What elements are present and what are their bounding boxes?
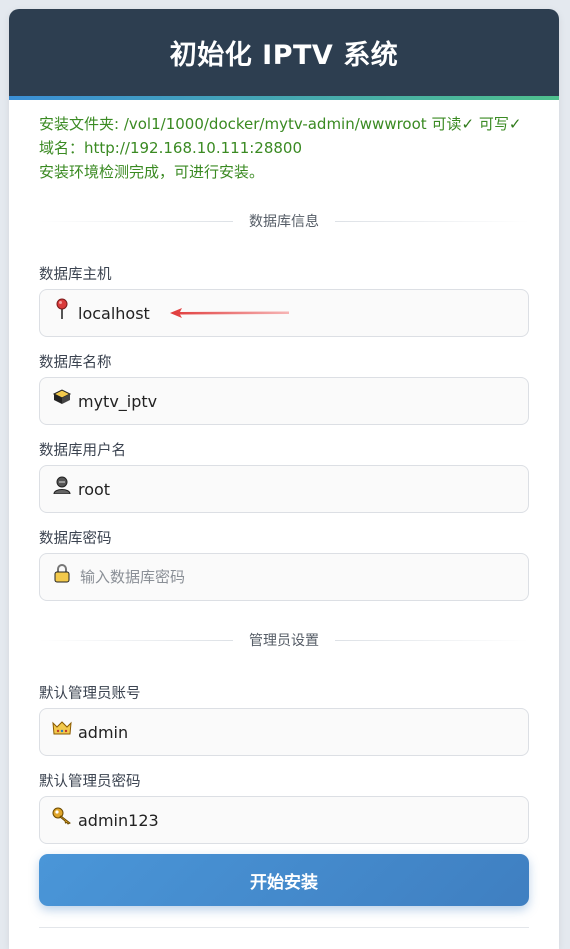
db-user-label: 数据库用户名 (39, 443, 126, 459)
admin-password-value: admin123 (78, 810, 159, 830)
install-folder-line: 安装文件夹: /vol1/1000/docker/mytv-admin/wwwr… (39, 112, 559, 136)
install-card: 初始化 IPTV 系统 安装文件夹: /vol1/1000/docker/myt… (9, 9, 559, 949)
admin-account-label: 默认管理员账号 (39, 686, 141, 702)
readable-status: 可读 (431, 115, 462, 133)
db-section-title: 数据库信息 (249, 214, 319, 230)
writable-status: 可写 (478, 115, 509, 133)
admin-section-title: 管理员设置 (249, 633, 319, 649)
page-title: 初始化 IPTV 系统 (169, 40, 399, 71)
environment-status: 安装环境检测完成，可进行安装。 (39, 163, 265, 181)
footer-divider (39, 927, 529, 928)
admin-account-value: admin (78, 722, 129, 742)
db-host-label: 数据库主机 (39, 267, 112, 283)
key-icon (52, 806, 72, 826)
writable-check-icon: ✓ (508, 115, 522, 133)
db-password-input[interactable] (78, 567, 482, 587)
admin-password-label: 默认管理员密码 (39, 774, 141, 790)
db-name-label: 数据库名称 (39, 355, 112, 371)
admin-account-field[interactable]: admin (39, 708, 529, 756)
db-section-divider: 数据库信息 (39, 211, 529, 231)
database-icon (52, 387, 72, 407)
db-user-value: root (78, 479, 111, 499)
domain-label: 域名： (39, 139, 85, 157)
page-header: 初始化 IPTV 系统 (9, 9, 559, 96)
install-folder-path: /vol1/1000/docker/mytv-admin/wwwroot (123, 115, 427, 133)
pin-icon (52, 298, 72, 319)
db-host-value: localhost (78, 303, 150, 323)
domain-line: 域名：http://192.168.10.111:28800 (39, 136, 559, 160)
crown-icon (52, 718, 72, 738)
annotation-arrow (170, 308, 289, 318)
db-name-value: mytv_iptv (78, 391, 158, 411)
domain-value: http://192.168.10.111:28800 (84, 139, 303, 157)
lock-icon (52, 563, 72, 583)
user-icon (52, 475, 72, 495)
db-name-field[interactable]: mytv_iptv (39, 377, 529, 425)
environment-info: 安装文件夹: /vol1/1000/docker/mytv-admin/wwwr… (9, 100, 559, 184)
start-install-button[interactable]: 开始安装 (39, 854, 529, 906)
db-user-field[interactable]: root (39, 465, 529, 513)
admin-password-field[interactable]: admin123 (39, 796, 529, 844)
readable-check-icon: ✓ (461, 115, 475, 133)
admin-section-divider: 管理员设置 (39, 630, 529, 650)
install-folder-label: 安装文件夹: (39, 115, 124, 133)
db-password-label: 数据库密码 (39, 531, 112, 547)
db-password-field[interactable] (39, 553, 529, 601)
